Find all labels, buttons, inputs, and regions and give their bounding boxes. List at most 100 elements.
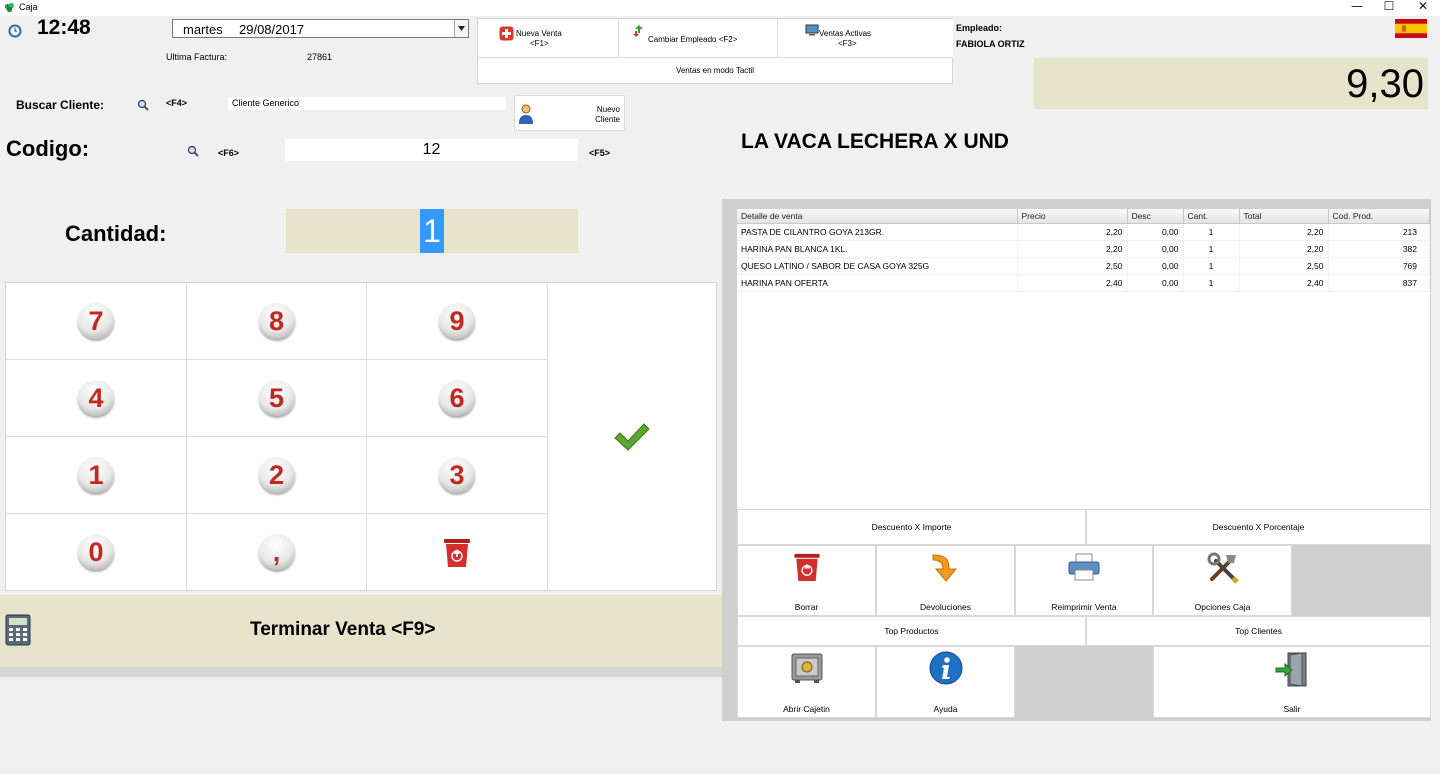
table-row[interactable]: PASTA DE CILANTRO GOYA 213GR. 2,20 0,00 … <box>737 223 1430 241</box>
table-row[interactable]: HARINA PAN OFERTA 2,40 0,00 1 2,40 837 <box>737 274 1430 292</box>
minimize-button[interactable]: — <box>1342 0 1372 16</box>
new-customer-button[interactable]: Nuevo Cliente <box>514 95 625 131</box>
cell-product-code: 769 <box>1328 257 1430 275</box>
discount-percent-button[interactable]: Descuento X Porcentaje <box>1086 509 1431 545</box>
top-clients-label: Top Clientes <box>1235 626 1282 636</box>
exit-label: Salir <box>1283 704 1301 714</box>
key-7[interactable]: 7 <box>6 283 187 360</box>
employee-label: Empleado: <box>956 23 1003 33</box>
person-icon <box>519 104 533 124</box>
cash-options-button[interactable]: Opciones Caja <box>1153 545 1292 616</box>
info-icon <box>929 651 962 685</box>
active-sales-button[interactable]: Ventas Activas <F3> <box>778 19 953 58</box>
date-picker[interactable]: martes 29/08/2017 <box>172 19 469 38</box>
total-amount: 9,30 <box>1346 62 1424 106</box>
help-button[interactable]: Ayuda <box>876 646 1015 718</box>
cell-total: 2,40 <box>1239 274 1329 292</box>
trash-icon <box>444 539 470 567</box>
toolbar: Nueva Venta <F1> Cambiar Empleado <F2> V… <box>477 18 953 84</box>
cell-total: 2,50 <box>1239 257 1329 275</box>
key-4-label: 4 <box>78 380 114 416</box>
col-discount[interactable]: Desc <box>1127 209 1184 224</box>
col-total[interactable]: Total <box>1239 209 1329 224</box>
cell-price: 2,40 <box>1017 274 1128 292</box>
date-value: 29/08/2017 <box>239 22 305 37</box>
maximize-button[interactable]: ☐ <box>1374 0 1404 16</box>
delete-trash-icon <box>793 553 820 582</box>
key-2[interactable]: 2 <box>187 437 367 514</box>
key-9[interactable]: 9 <box>367 283 548 360</box>
col-detail[interactable]: Detalle de venta <box>737 209 1018 224</box>
reprint-label: Reimprimir Venta <box>1051 602 1117 612</box>
change-employee-button[interactable]: Cambiar Empleado <F2> <box>619 19 778 58</box>
new-customer-line1: Nuevo <box>596 105 620 114</box>
sale-table[interactable]: Detalle de venta Precio Desc Cant. Total… <box>737 209 1430 509</box>
exit-button[interactable]: Salir <box>1153 646 1431 718</box>
key-4[interactable]: 4 <box>6 360 187 437</box>
cell-product-code: 213 <box>1328 223 1430 241</box>
cell-detail: QUESO LATINO / SABOR DE CASA GOYA 325G <box>737 257 1018 275</box>
table-row[interactable]: QUESO LATINO / SABOR DE CASA GOYA 325G 2… <box>737 257 1430 275</box>
quantity-input[interactable]: 1 <box>286 209 578 253</box>
last-invoice-label: Ultima Factura: <box>166 52 228 62</box>
touch-mode-button[interactable]: Ventas en modo Tactil <box>478 58 952 83</box>
code-add-key: <F5> <box>589 148 611 158</box>
top-products-button[interactable]: Top Productos <box>737 616 1086 646</box>
delete-label: Borrar <box>794 602 819 612</box>
new-sale-label: Nueva Venta <box>516 29 562 38</box>
last-invoice-value: 27861 <box>307 52 333 62</box>
key-0[interactable]: 0 <box>6 514 187 590</box>
spain-flag-icon[interactable] <box>1395 19 1427 38</box>
col-quantity[interactable]: Cant. <box>1183 209 1240 224</box>
discount-amount-button[interactable]: Descuento X Importe <box>737 509 1086 545</box>
cell-detail: PASTA DE CILANTRO GOYA 213GR. <box>737 223 1018 241</box>
customer-field-value: Cliente Generico <box>232 98 300 108</box>
returns-button[interactable]: Devoluciones <box>876 545 1015 616</box>
key-8-label: 8 <box>258 303 295 339</box>
total-display: 9,30 <box>1034 58 1428 109</box>
cell-discount: 0,00 <box>1127 240 1184 258</box>
key-clear[interactable] <box>367 514 548 590</box>
cell-price: 2,20 <box>1017 223 1128 241</box>
table-row[interactable]: HARINA PAN BLANCA 1KL. 2,20 0,00 1 2,20 … <box>737 240 1430 258</box>
key-3[interactable]: 3 <box>367 437 548 514</box>
key-6-label: 6 <box>439 380 475 416</box>
col-price[interactable]: Precio <box>1017 209 1128 224</box>
cell-quantity: 1 <box>1183 257 1240 275</box>
customer-field[interactable]: Cliente Generico <box>228 97 506 110</box>
cell-detail: HARINA PAN BLANCA 1KL. <box>737 240 1018 258</box>
top-clients-button[interactable]: Top Clientes <box>1086 616 1431 646</box>
date-dropdown-button[interactable] <box>454 20 468 37</box>
cell-price: 2,50 <box>1017 257 1128 275</box>
new-sale-button[interactable]: Nueva Venta <F1> <box>478 19 619 58</box>
cell-discount: 0,00 <box>1127 257 1184 275</box>
new-sale-key: <F1> <box>530 39 549 48</box>
code-input[interactable]: 12 <box>285 139 578 161</box>
key-comma[interactable]: , <box>187 514 367 590</box>
code-search-icon[interactable] <box>187 145 199 157</box>
finish-sale-button[interactable]: Terminar Venta <F9> <box>0 595 722 667</box>
touch-mode-label: Ventas en modo Tactil <box>675 66 755 75</box>
cell-detail: HARINA PAN OFERTA <box>737 274 1018 292</box>
date-day: martes <box>183 22 223 37</box>
confirm-key[interactable] <box>548 283 716 590</box>
change-employee-label: Cambiar Empleado <F2> <box>648 35 738 44</box>
table-header-row: Detalle de venta Precio Desc Cant. Total… <box>737 209 1430 224</box>
employee-name: FABIOLA ORTIZ <box>956 39 1025 49</box>
reprint-button[interactable]: Reimprimir Venta <box>1015 545 1153 616</box>
product-name: LA VACA LECHERA X UND <box>741 130 1009 153</box>
swap-user-icon <box>633 25 643 37</box>
key-6[interactable]: 6 <box>367 360 548 437</box>
cell-discount: 0,00 <box>1127 223 1184 241</box>
key-5[interactable]: 5 <box>187 360 367 437</box>
open-drawer-button[interactable]: Abrir Cajetin <box>737 646 876 718</box>
returns-label: Devoluciones <box>919 602 972 612</box>
close-button[interactable]: ✕ <box>1408 0 1438 16</box>
col-product-code[interactable]: Cod. Prod. <box>1328 209 1430 224</box>
key-1[interactable]: 1 <box>6 437 187 514</box>
customer-search-key: <F4> <box>166 98 188 108</box>
key-8[interactable]: 8 <box>187 283 367 360</box>
finish-sale-shadow <box>0 667 722 677</box>
search-icon[interactable] <box>137 99 149 111</box>
delete-button[interactable]: Borrar <box>737 545 876 616</box>
